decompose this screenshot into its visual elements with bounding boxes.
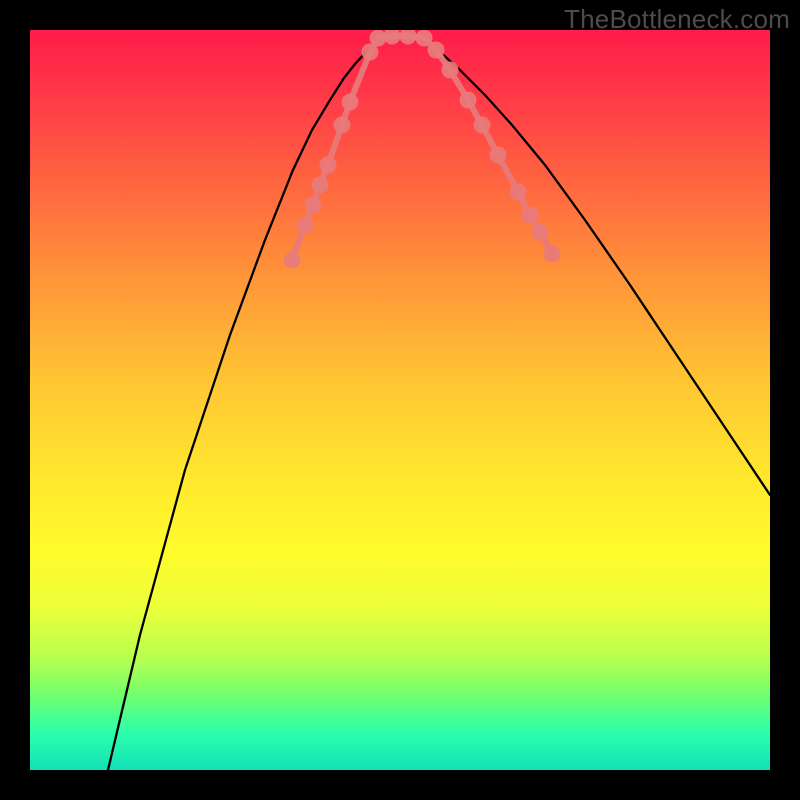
marker-dot (416, 30, 433, 47)
marker-connector (292, 36, 552, 260)
bottleneck-curve (108, 35, 770, 770)
marker-dot (510, 184, 527, 201)
marker-dot (400, 30, 417, 45)
marker-dot (442, 62, 459, 79)
marker-dot (428, 42, 445, 59)
marker-dot (284, 252, 301, 269)
marker-dot (342, 94, 359, 111)
marker-dot (297, 217, 314, 234)
marker-dot (305, 197, 322, 214)
marker-dot (544, 246, 561, 263)
marker-dot (532, 224, 549, 241)
curve-layer (30, 30, 770, 770)
marker-dot (334, 117, 351, 134)
marker-dot (460, 92, 477, 109)
marker-dot (320, 157, 337, 174)
plot-area (30, 30, 770, 770)
marker-dot (522, 207, 539, 224)
marker-dot (312, 177, 329, 194)
marker-dot (384, 30, 401, 45)
marker-dot (490, 147, 507, 164)
chart-frame: TheBottleneck.com (0, 0, 800, 800)
watermark-text: TheBottleneck.com (564, 4, 790, 35)
marker-dot (474, 117, 491, 134)
